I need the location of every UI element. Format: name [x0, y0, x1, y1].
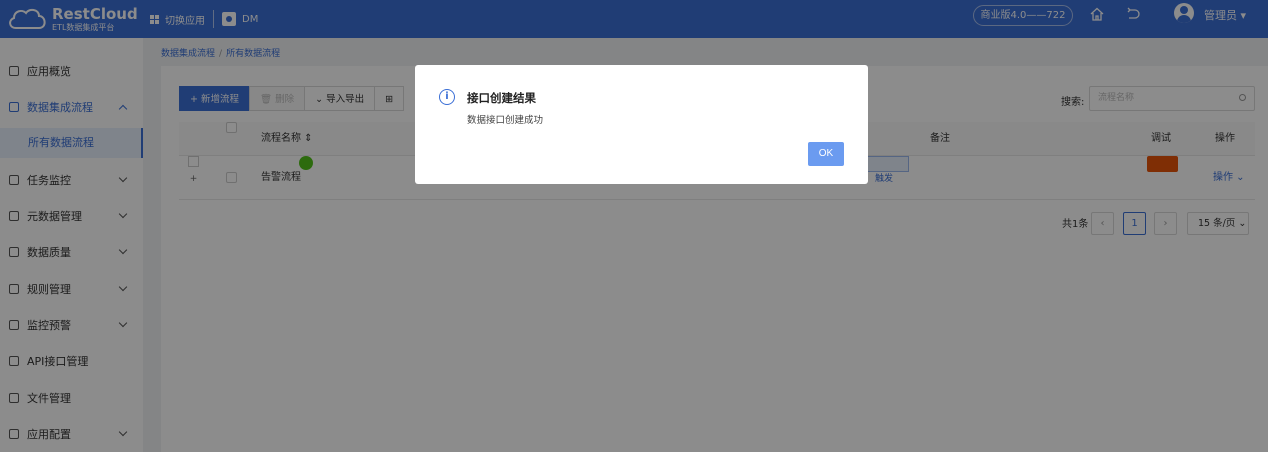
dialog-title: 接口创建结果: [467, 91, 536, 105]
info-icon: i: [439, 89, 455, 105]
result-dialog: i 接口创建结果 数据接口创建成功 OK: [415, 65, 868, 184]
ok-button[interactable]: OK: [808, 142, 844, 166]
dialog-message: 数据接口创建成功: [467, 115, 544, 126]
